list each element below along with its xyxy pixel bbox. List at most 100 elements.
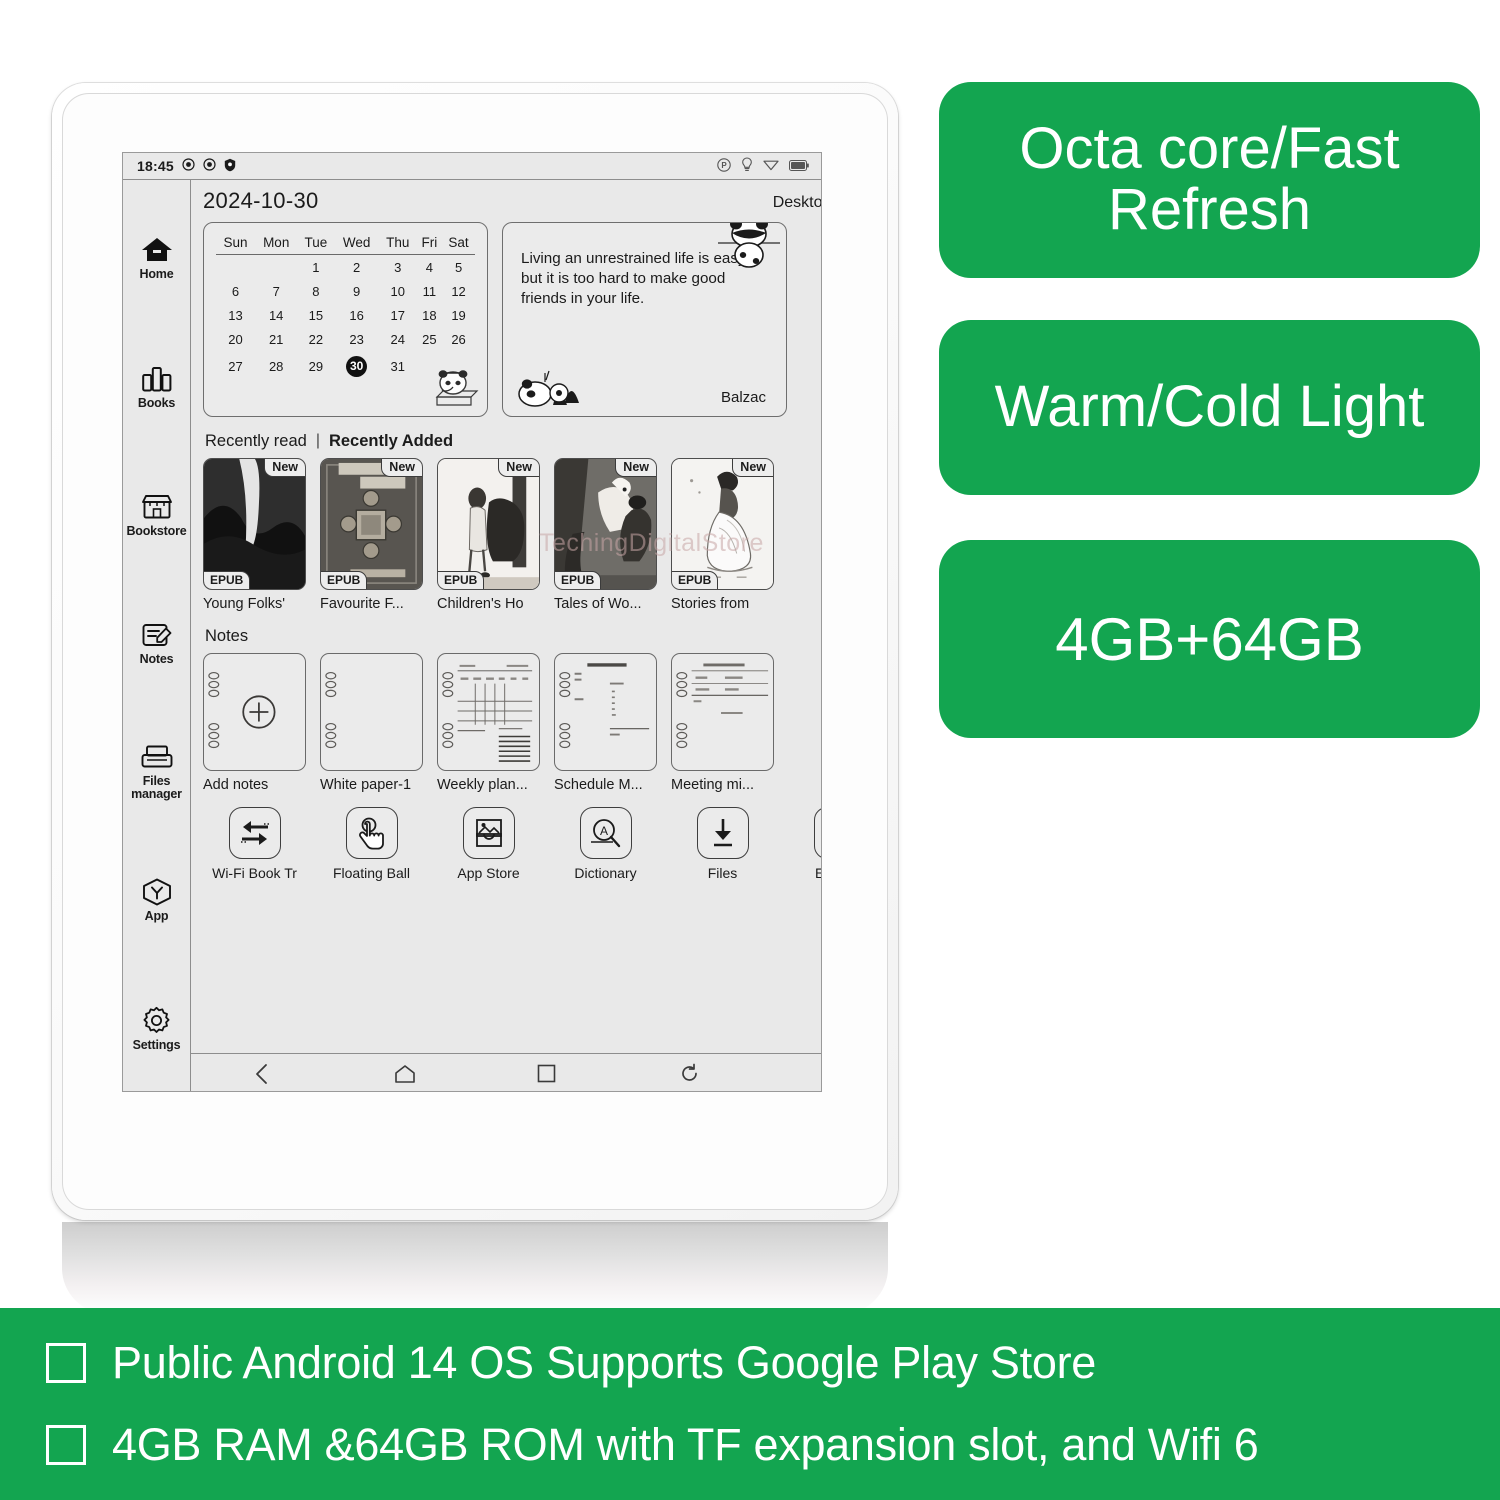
- checkbox-icon: [46, 1343, 86, 1383]
- app-shortcut-files[interactable]: Files: [671, 807, 774, 881]
- calendar-day-today[interactable]: 30: [334, 351, 379, 381]
- panda-lying-icon: [509, 367, 587, 414]
- calendar-day[interactable]: 17: [379, 303, 417, 327]
- book-cover[interactable]: New EPUB: [554, 458, 657, 590]
- feature-pill-memory: 4GB+64GB: [939, 540, 1480, 738]
- note-item[interactable]: Schedule M...: [554, 653, 657, 793]
- book-item[interactable]: New EPUB Stories from: [671, 458, 774, 612]
- panda-hanging-icon: [718, 223, 780, 278]
- app-shortcut-app-store[interactable]: App Store: [437, 807, 540, 881]
- calendar-day[interactable]: 9: [334, 279, 379, 303]
- calendar-day[interactable]: [255, 255, 298, 280]
- app-label: Dictionary: [574, 865, 637, 881]
- appstore-bag-icon: [462, 807, 515, 859]
- sidebar-item-files-manager[interactable]: Files manager: [123, 708, 191, 836]
- sidebar-label: Settings: [132, 1037, 181, 1052]
- calendar-day[interactable]: 19: [442, 303, 475, 327]
- calendar-day[interactable]: 23: [334, 327, 379, 351]
- note-edit-icon: [142, 620, 172, 650]
- back-icon[interactable]: [227, 1063, 297, 1085]
- sidebar-item-app[interactable]: App: [123, 836, 191, 964]
- calendar-day[interactable]: 16: [334, 303, 379, 327]
- tab-recently-read[interactable]: Recently read: [205, 432, 307, 451]
- note-thumbnail[interactable]: [437, 653, 540, 771]
- note-item[interactable]: Weekly plan...: [437, 653, 540, 793]
- calendar-day[interactable]: 3: [379, 255, 417, 280]
- app-icon: [142, 877, 172, 907]
- book-item[interactable]: New EPUB Favourite F...: [320, 458, 423, 612]
- calendar-week-row: 20 21 22 23 24 25 26: [216, 327, 475, 351]
- files-icon: [141, 742, 173, 772]
- book-cover[interactable]: New EPUB: [320, 458, 423, 590]
- note-thumbnail[interactable]: [203, 653, 306, 771]
- calendar-day[interactable]: 1: [297, 255, 334, 280]
- sidebar-label: Files manager: [131, 774, 182, 802]
- calendar-day[interactable]: 13: [216, 303, 255, 327]
- refresh-icon[interactable]: [654, 1063, 724, 1084]
- note-thumbnail[interactable]: [554, 653, 657, 771]
- recents-icon[interactable]: [512, 1064, 582, 1083]
- notes-section-header: Notes More ›: [205, 626, 821, 646]
- calendar-day[interactable]: 8: [297, 279, 334, 303]
- calendar-day[interactable]: 12: [442, 279, 475, 303]
- book-item[interactable]: New EPUB Children's Ho: [437, 458, 540, 612]
- calendar-day[interactable]: 26: [442, 327, 475, 351]
- calendar-weekday: Sat: [442, 235, 475, 255]
- book-title: Young Folks': [203, 596, 286, 612]
- calendar-day[interactable]: 6: [216, 279, 255, 303]
- app-shortcut-dictionary[interactable]: A Dictionary: [554, 807, 657, 881]
- tab-recently-added[interactable]: Recently Added: [329, 432, 453, 451]
- calendar-day[interactable]: 22: [297, 327, 334, 351]
- wifi-icon: [763, 158, 779, 174]
- quote-widget[interactable]: Living an unrestrained life is easy, but…: [502, 222, 787, 417]
- app-shortcut-wifi-book-transfer[interactable]: Wi-Fi Book Tr: [203, 807, 306, 881]
- book-item[interactable]: New EPUB Tales of Wo...: [554, 458, 657, 612]
- calendar-day[interactable]: 20: [216, 327, 255, 351]
- screen-body: Home Books Bookstore Notes Files manager…: [123, 180, 821, 1091]
- calendar-day[interactable]: 5: [442, 255, 475, 280]
- book-item[interactable]: New EPUB Young Folks': [203, 458, 306, 612]
- calendar-day[interactable]: [216, 255, 255, 280]
- calendar-day[interactable]: 25: [417, 327, 443, 351]
- sidebar-item-bookstore[interactable]: Bookstore: [123, 451, 191, 579]
- desktop-settings-link[interactable]: Desktop settings: [773, 194, 821, 214]
- sidebar-item-books[interactable]: Books: [123, 322, 191, 450]
- calendar-day[interactable]: 15: [297, 303, 334, 327]
- book-title: Tales of Wo...: [554, 596, 642, 612]
- calendar-day[interactable]: 31: [379, 351, 417, 381]
- calendar-day[interactable]: 14: [255, 303, 298, 327]
- sidebar-item-settings[interactable]: Settings: [123, 965, 191, 1091]
- calendar-day[interactable]: 28: [255, 351, 298, 381]
- note-item[interactable]: White paper-1: [320, 653, 423, 793]
- book-cover[interactable]: New EPUB: [437, 458, 540, 590]
- app-shortcut-floating-ball[interactable]: Floating Ball: [320, 807, 423, 881]
- note-item-add[interactable]: Add notes: [203, 653, 306, 793]
- calendar-day[interactable]: 27: [216, 351, 255, 381]
- home-icon[interactable]: [370, 1064, 440, 1084]
- settings-icon[interactable]: [797, 1063, 821, 1084]
- calendar-week-row: 13 14 15 16 17 18 19: [216, 303, 475, 327]
- sidebar-label: App: [144, 909, 169, 924]
- app-shortcut-einkbro[interactable]: EinkBro: [788, 807, 821, 881]
- calendar-widget[interactable]: Sun Mon Tue Wed Thu Fri Sat 1 2 3 4 5 6 …: [203, 222, 488, 417]
- calendar-day[interactable]: 2: [334, 255, 379, 280]
- book-cover[interactable]: New EPUB: [671, 458, 774, 590]
- note-item[interactable]: Meeting mi...: [671, 653, 774, 793]
- book-cover[interactable]: New EPUB: [203, 458, 306, 590]
- calendar-day[interactable]: 11: [417, 279, 443, 303]
- calendar-day[interactable]: 21: [255, 327, 298, 351]
- calendar-day[interactable]: 4: [417, 255, 443, 280]
- panda-reading-doodle-icon: [425, 361, 479, 414]
- calendar-day[interactable]: 24: [379, 327, 417, 351]
- calendar-day[interactable]: 10: [379, 279, 417, 303]
- calendar-day[interactable]: 18: [417, 303, 443, 327]
- device-reflection: [62, 1222, 888, 1314]
- sidebar-item-home[interactable]: Home: [123, 194, 191, 322]
- note-thumbnail[interactable]: [671, 653, 774, 771]
- app-label: App Store: [457, 865, 520, 881]
- calendar-day[interactable]: 7: [255, 279, 298, 303]
- note-thumbnail[interactable]: [320, 653, 423, 771]
- app-label: Files: [707, 865, 738, 881]
- calendar-day[interactable]: 29: [297, 351, 334, 381]
- sidebar-item-notes[interactable]: Notes: [123, 579, 191, 707]
